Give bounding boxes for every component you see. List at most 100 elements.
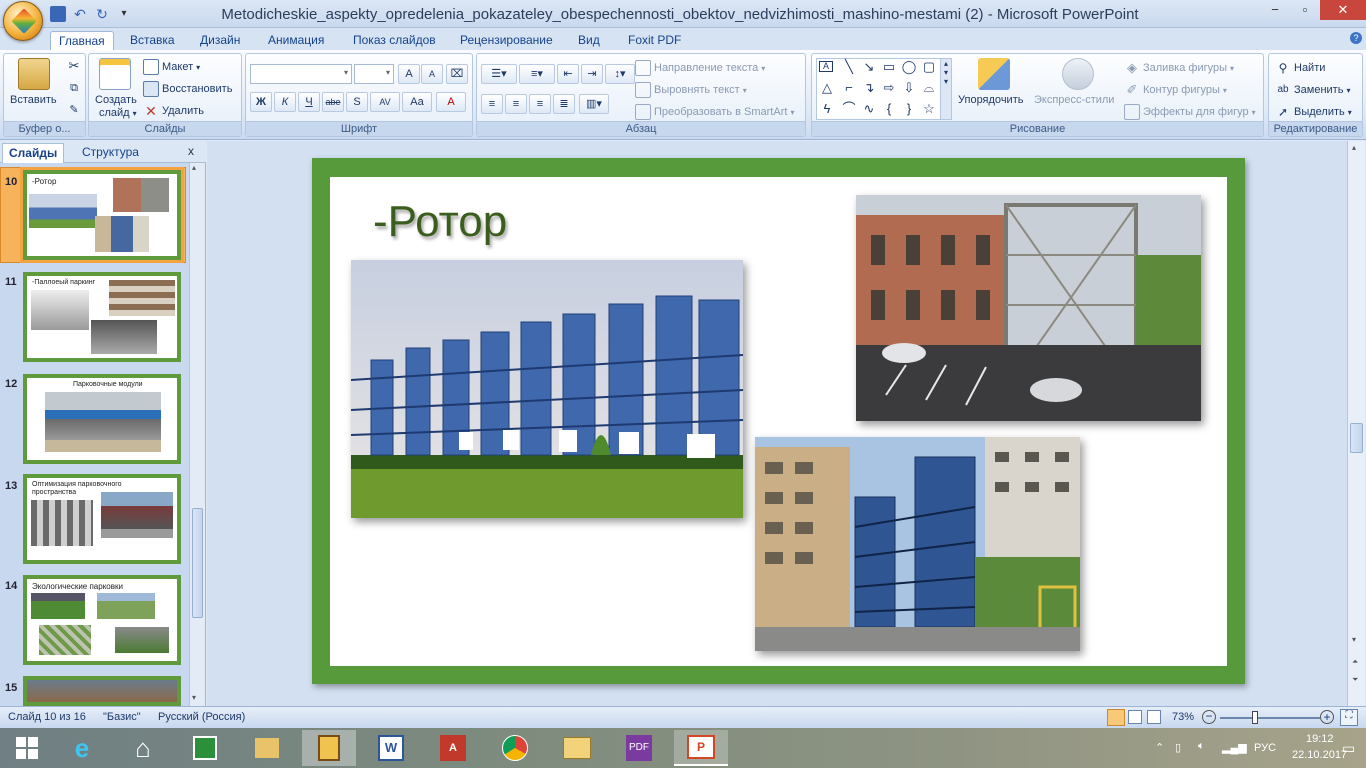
rectangle-shape-icon[interactable]: ▭	[881, 59, 897, 75]
close-button[interactable]: ✕	[1320, 0, 1366, 20]
quick-styles-button[interactable]: Экспресс-стили	[1034, 94, 1114, 106]
tray-volume-icon[interactable]: 🔈︎	[1198, 740, 1205, 753]
strikethrough-button[interactable]: abe	[322, 92, 344, 112]
textbox-shape-icon[interactable]: A	[819, 61, 833, 72]
change-case-button[interactable]: Aa	[402, 92, 432, 112]
undo-icon[interactable]: ↶	[72, 6, 88, 22]
slide-thumbnail-13[interactable]: Оптимизация парковочного пространства	[23, 474, 181, 564]
align-text-button[interactable]: Выровнять текст ▾	[635, 82, 747, 98]
arrange-button[interactable]: Упорядочить	[958, 94, 1023, 106]
align-right-icon[interactable]: ≡	[529, 94, 551, 114]
tray-time[interactable]: 19:12	[1306, 733, 1334, 745]
pane-scrollbar[interactable]: ▴ ▾	[189, 163, 205, 706]
justify-icon[interactable]: ≣	[553, 94, 575, 114]
taskbar-explorer[interactable]	[240, 730, 294, 766]
down-arrow-shape-icon[interactable]: ⇩	[901, 80, 917, 96]
find-button[interactable]: ⚲ Найти	[1275, 60, 1326, 76]
layout-button[interactable]: Макет ▾	[143, 59, 200, 75]
fit-to-window-icon[interactable]: ⛶	[1340, 709, 1358, 726]
align-left-icon[interactable]: ≡	[481, 94, 503, 114]
tab-view[interactable]: Вид	[570, 31, 608, 50]
taskbar-file-manager[interactable]	[550, 730, 604, 766]
tab-foxit-pdf[interactable]: Foxit PDF	[620, 31, 689, 50]
bold-button[interactable]: Ж	[250, 92, 272, 112]
delete-slide-button[interactable]: ✕ Удалить	[143, 103, 204, 119]
arrow-shape-icon[interactable]: ↘	[861, 59, 877, 75]
tab-design[interactable]: Дизайн	[192, 31, 248, 50]
save-icon[interactable]	[50, 6, 66, 22]
zoom-slider-thumb[interactable]	[1252, 711, 1258, 724]
shapes-scroll[interactable]: ▴ ▾ ▾	[940, 58, 952, 120]
tray-network-icon[interactable]: ▂▄▆	[1222, 741, 1247, 754]
select-button[interactable]: ➚ Выделить ▾	[1275, 104, 1352, 120]
customize-qat-icon[interactable]: ▾	[116, 6, 132, 22]
taskbar-autocad[interactable]: A	[426, 730, 480, 766]
maximize-button[interactable]: ▫	[1290, 0, 1320, 20]
taskbar-powerpoint[interactable]: P	[674, 730, 728, 766]
line-shape-icon[interactable]: ╲	[841, 59, 857, 75]
font-color-button[interactable]: A	[436, 92, 466, 112]
curve-shape-icon[interactable]: ∿	[861, 101, 877, 117]
slide-title[interactable]: -Ротор	[373, 197, 507, 247]
redo-icon[interactable]: ↻	[94, 6, 110, 22]
tray-battery-icon[interactable]: ▯	[1175, 741, 1181, 754]
callout-shape-icon[interactable]: ⌓	[921, 80, 937, 96]
font-size-select[interactable]: ▾	[354, 64, 394, 84]
start-button[interactable]	[0, 730, 54, 766]
clear-format-icon[interactable]: ⌧	[446, 64, 468, 84]
tab-home[interactable]: Главная	[50, 31, 114, 50]
triangle-shape-icon[interactable]: △	[819, 80, 835, 96]
replace-button[interactable]: ab Заменить ▾	[1275, 82, 1350, 98]
tab-slideshow[interactable]: Показ слайдов	[345, 31, 444, 50]
star-shape-icon[interactable]: ☆	[921, 101, 937, 117]
slideshow-icon[interactable]	[1147, 710, 1161, 724]
bullets-icon[interactable]: ☰▾	[481, 64, 517, 84]
tray-date[interactable]: 22.10.2017	[1292, 749, 1347, 761]
columns-icon[interactable]: ▥▾	[579, 94, 609, 114]
photo-rotor-building[interactable]	[856, 195, 1201, 421]
prev-slide-icon[interactable]: ⏶	[1352, 657, 1358, 667]
right-brace-shape-icon[interactable]: }	[901, 101, 917, 117]
office-button[interactable]	[3, 1, 43, 41]
paste-button[interactable]: Вставить	[10, 94, 57, 106]
char-spacing-button[interactable]: AV	[370, 92, 400, 112]
taskbar-word[interactable]: W	[364, 730, 418, 766]
smartart-button[interactable]: Преобразовать в SmartArt ▾	[635, 104, 794, 120]
copy-icon[interactable]: ⧉	[66, 80, 82, 96]
zoom-in-icon[interactable]: +	[1320, 710, 1334, 724]
tab-review[interactable]: Рецензирование	[452, 31, 561, 50]
reset-button[interactable]: Восстановить	[143, 81, 232, 97]
decrease-indent-icon[interactable]: ⇤	[557, 64, 579, 84]
slide-canvas[interactable]: -Ротор	[312, 158, 1245, 684]
rounded-rect-shape-icon[interactable]: ▢	[921, 59, 937, 75]
shadow-button[interactable]: S	[346, 92, 368, 112]
language-status[interactable]: Русский (Россия)	[158, 711, 245, 723]
text-direction-button[interactable]: Направление текста ▾	[635, 60, 765, 76]
slide-thumbnail-12[interactable]: Парковочные модули	[23, 374, 181, 464]
notifications-icon[interactable]: ▭	[1342, 740, 1355, 757]
freeform-shape-icon[interactable]: ϟ	[819, 101, 835, 117]
underline-button[interactable]: Ч	[298, 92, 320, 112]
taskbar-notes[interactable]	[302, 730, 356, 766]
oval-shape-icon[interactable]: ◯	[901, 59, 917, 75]
format-painter-icon[interactable]: ✎	[66, 102, 82, 118]
tray-arrow-icon[interactable]: ⌃	[1155, 741, 1164, 754]
elbow-connector-shape-icon[interactable]: ⌐	[841, 80, 857, 96]
shrink-font-button[interactable]: A	[421, 64, 443, 84]
scroll-thumb[interactable]	[192, 508, 203, 618]
taskbar-foxit[interactable]: PDF	[612, 730, 666, 766]
main-scrollbar[interactable]: ▴ ▾ ⏶ ⏷	[1347, 141, 1365, 706]
align-center-icon[interactable]: ≡	[505, 94, 527, 114]
tray-language[interactable]: РУС	[1254, 742, 1276, 754]
normal-view-icon[interactable]	[1107, 709, 1125, 726]
shape-effects-button[interactable]: Эффекты для фигур ▾	[1124, 104, 1256, 120]
font-family-select[interactable]: ▾	[250, 64, 352, 84]
increase-indent-icon[interactable]: ⇥	[581, 64, 603, 84]
italic-button[interactable]: К	[274, 92, 296, 112]
scroll-down-icon[interactable]: ▾	[1352, 635, 1356, 644]
left-brace-shape-icon[interactable]: {	[881, 101, 897, 117]
arc-shape-icon[interactable]: ⌒	[841, 101, 857, 117]
taskbar-chrome[interactable]	[488, 730, 542, 766]
zoom-out-icon[interactable]: −	[1202, 710, 1216, 724]
slide-thumbnail-10[interactable]: -Ротор	[20, 167, 184, 263]
